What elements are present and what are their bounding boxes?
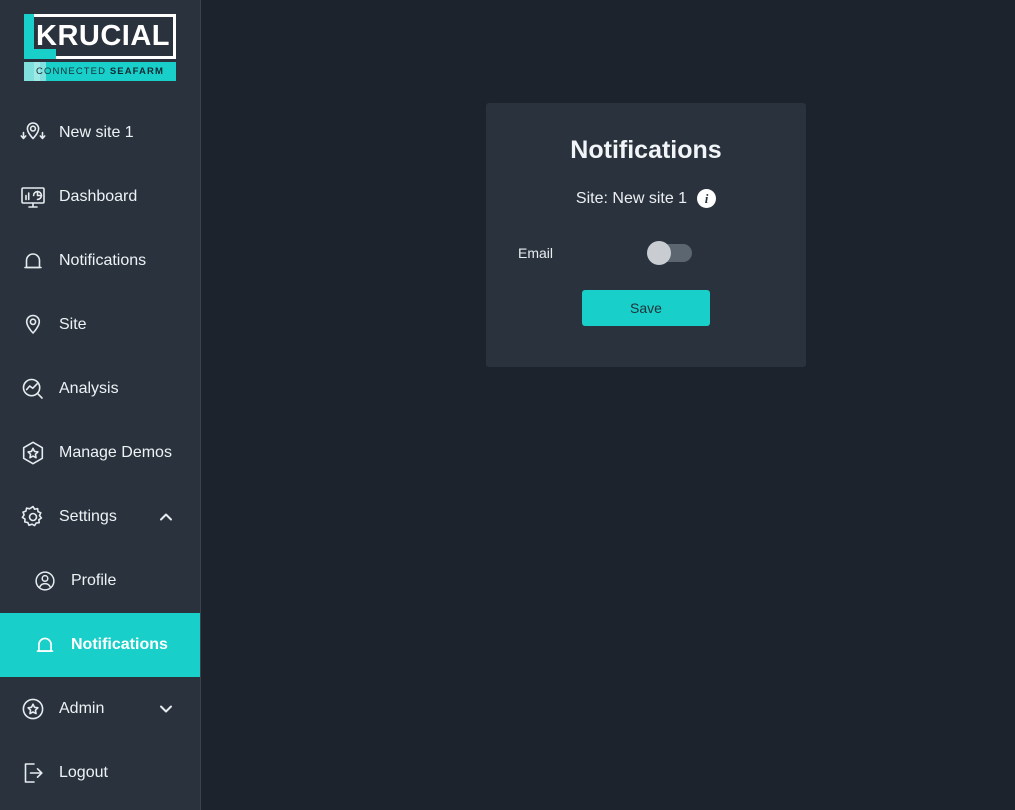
sidebar-item-label: Site [59, 316, 87, 333]
email-toggle-label: Email [518, 245, 554, 261]
sidebar-item-notifications[interactable]: Notifications [0, 229, 200, 293]
email-toggle-row: Email [486, 241, 806, 265]
site-label: Site: New site 1 [575, 189, 688, 207]
sidebar-item-new-site-1[interactable]: New site 1 [0, 101, 200, 165]
logo-box: KRUCIAL [24, 14, 176, 59]
app-root: KRUCIAL CONNECTED SEAFARM New site 1 Das… [0, 0, 1015, 810]
sidebar-item-logout[interactable]: Logout [0, 741, 200, 805]
sidebar-item-manage-demos[interactable]: Manage Demos [0, 421, 200, 485]
email-toggle-switch[interactable] [647, 241, 692, 265]
info-icon[interactable]: i [697, 189, 717, 208]
save-button[interactable]: Save [582, 290, 710, 326]
tagline-bold: SEAFARM [109, 66, 164, 77]
sidebar-item-dashboard[interactable]: Dashboard [0, 165, 200, 229]
logout-icon [16, 756, 50, 790]
brand-logo[interactable]: KRUCIAL CONNECTED SEAFARM [0, 0, 200, 97]
chevron-down-icon[interactable] [158, 701, 174, 717]
brand-name: KRUCIAL [36, 20, 170, 52]
map-pin-download-icon [16, 116, 50, 150]
main-content: Notifications Site: New site 1 i Email S… [201, 0, 1015, 810]
tagline-regular: CONNECTED [36, 66, 110, 77]
notifications-card: Notifications Site: New site 1 i Email S… [486, 103, 806, 367]
sidebar-item-settings[interactable]: Settings [0, 485, 200, 549]
card-actions: Save [486, 290, 806, 326]
sidebar-item-analysis[interactable]: Analysis [0, 357, 200, 421]
sidebar-item-label: Settings [59, 508, 117, 525]
sidebar-nav: New site 1 Dashboard Notifications Site … [0, 101, 200, 805]
bell-icon [16, 244, 50, 278]
sidebar-item-label: Notifications [71, 636, 168, 653]
dashboard-monitor-icon [16, 180, 50, 214]
sidebar-item-admin[interactable]: Admin [0, 677, 200, 741]
chart-search-icon [16, 372, 50, 406]
sidebar-item-settings-notifications[interactable]: Notifications [0, 613, 200, 677]
user-circle-icon [28, 564, 62, 598]
sidebar-item-label: Logout [59, 764, 108, 781]
page-title: Notifications [570, 136, 722, 164]
sidebar-item-profile[interactable]: Profile [0, 549, 200, 613]
sidebar-item-label: Manage Demos [59, 444, 172, 461]
site-row: Site: New site 1 i [486, 189, 806, 208]
hexagon-star-icon [16, 436, 50, 470]
sidebar-item-label: Profile [71, 572, 117, 589]
star-circle-icon [16, 692, 50, 726]
chevron-up-icon[interactable] [158, 509, 174, 525]
sidebar: KRUCIAL CONNECTED SEAFARM New site 1 Das… [0, 0, 201, 810]
sidebar-item-label: Admin [59, 700, 105, 717]
toggle-knob [647, 241, 671, 265]
sidebar-item-label: Notifications [59, 252, 147, 269]
bell-icon [28, 628, 62, 662]
sidebar-item-site[interactable]: Site [0, 293, 200, 357]
sidebar-item-label: New site 1 [59, 124, 134, 141]
gear-icon [16, 500, 50, 534]
location-pin-icon [16, 308, 50, 342]
sidebar-item-label: Dashboard [59, 188, 138, 205]
logo-tagline-banner: CONNECTED SEAFARM [24, 62, 176, 81]
sidebar-item-label: Analysis [59, 380, 119, 397]
